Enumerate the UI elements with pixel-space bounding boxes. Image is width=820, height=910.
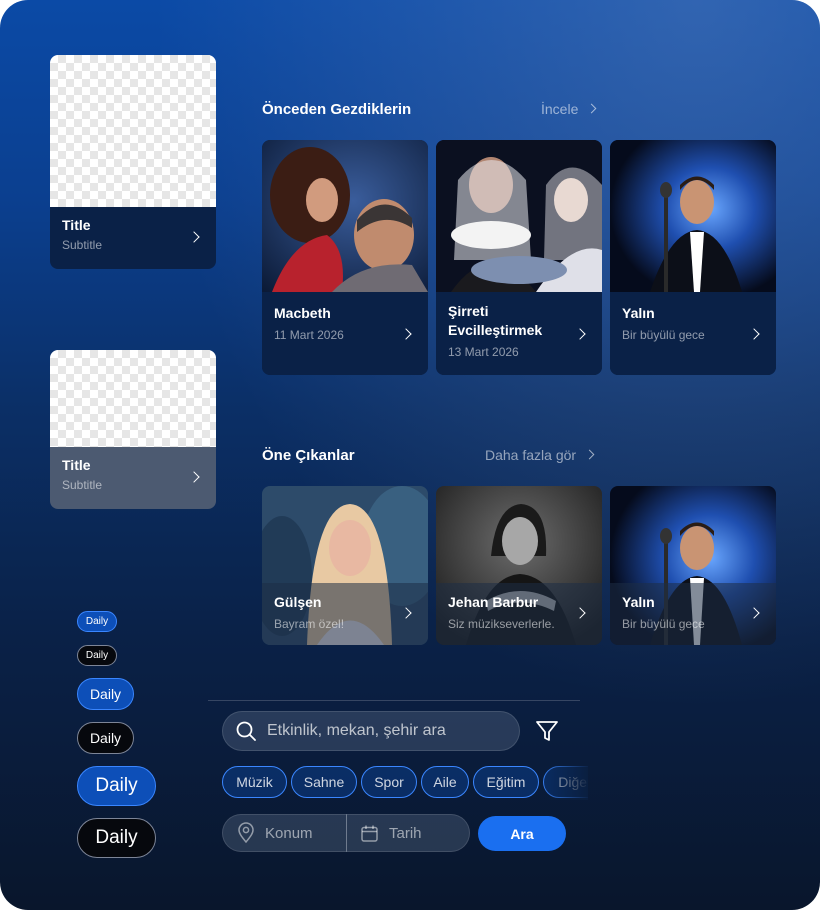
date-placeholder: Tarih [389, 824, 422, 842]
divider [208, 700, 580, 701]
card-subtitle: Subtitle [62, 478, 103, 492]
location-field[interactable]: Konum [222, 814, 347, 852]
search-bar[interactable] [222, 711, 520, 751]
event-title: Gülşen [274, 594, 322, 610]
card-title: Title [62, 217, 91, 233]
event-title: Macbeth [274, 305, 331, 321]
component-card-dark[interactable]: Title Subtitle [50, 55, 216, 269]
card-info: Yalın Bir büyülü gece [610, 583, 776, 645]
category-chips: Müzik Sahne Spor Aile Eğitim Diğer [222, 766, 588, 800]
card-subtitle: Subtitle [62, 238, 103, 252]
chip-egitim[interactable]: Eğitim [473, 766, 539, 798]
card-info: Yalın Bir büyülü gece [610, 292, 776, 375]
location-placeholder: Konum [265, 824, 313, 842]
image-placeholder [50, 350, 216, 447]
app-frame: Title Subtitle Title Subtitle Daily Dail… [0, 0, 820, 910]
section-title-featured: Öne Çıkanlar [262, 447, 355, 464]
search-icon [236, 721, 256, 741]
daily-pill-small-dark[interactable]: Daily [77, 645, 117, 666]
event-card-sirreti[interactable]: Şirreti Evcilleştirmek 13 Mart 2026 [436, 140, 602, 375]
link-label: İncele [541, 101, 579, 117]
search-input[interactable] [265, 721, 509, 741]
event-image [436, 140, 602, 292]
card-title: Title [62, 457, 91, 473]
section-title-previously-visited: Önceden Gezdiklerin [262, 101, 412, 118]
featured-card-gulsen[interactable]: Gülşen Bayram özel! [262, 486, 428, 645]
daily-pill-medium-dark[interactable]: Daily [77, 722, 134, 754]
card-info: Gülşen Bayram özel! [262, 583, 428, 645]
event-date: 11 Mart 2026 [274, 328, 344, 342]
filter-icon[interactable] [533, 718, 561, 744]
date-field[interactable]: Tarih [346, 814, 470, 852]
event-title: Jehan Barbur [448, 594, 539, 610]
daily-pill-large-dark[interactable]: Daily [77, 818, 156, 858]
card-info: Title Subtitle [50, 447, 216, 509]
chip-diger[interactable]: Diğer [543, 766, 588, 798]
chip-spor[interactable]: Spor [361, 766, 417, 798]
event-subtitle: Bayram özel! [274, 617, 345, 631]
chip-sahne[interactable]: Sahne [291, 766, 357, 798]
card-info: Jehan Barbur Siz müzikseverlerle. [436, 583, 602, 645]
calendar-icon [361, 825, 378, 842]
location-pin-icon [238, 822, 254, 844]
featured-card-jehan-barbur[interactable]: Jehan Barbur Siz müzikseverlerle. [436, 486, 602, 645]
card-info: Macbeth 11 Mart 2026 [262, 292, 428, 375]
daily-pill-large-blue[interactable]: Daily [77, 766, 156, 806]
event-image [610, 140, 776, 292]
event-title: Yalın [622, 305, 655, 321]
chevron-right-icon [584, 449, 595, 460]
event-date: 13 Mart 2026 [448, 345, 519, 359]
see-all-link[interactable]: İncele [541, 101, 597, 117]
card-info: Title Subtitle [50, 207, 216, 269]
event-subtitle: Siz müzikseverlerle. [448, 617, 555, 631]
link-label: Daha fazla gör [485, 447, 577, 463]
chip-muzik[interactable]: Müzik [222, 766, 287, 798]
chevron-right-icon [586, 103, 597, 114]
event-card-macbeth[interactable]: Macbeth 11 Mart 2026 [262, 140, 428, 375]
card-info: Şirreti Evcilleştirmek 13 Mart 2026 [436, 292, 602, 375]
event-title: Şirreti Evcilleştirmek [448, 303, 543, 338]
daily-pill-small-blue[interactable]: Daily [77, 611, 117, 632]
event-card-yalin[interactable]: Yalın Bir büyülü gece [610, 140, 776, 375]
search-submit-button[interactable]: Ara [478, 816, 566, 851]
event-subtitle: Bir büyülü gece [622, 617, 705, 631]
featured-card-yalin[interactable]: Yalın Bir büyülü gece [610, 486, 776, 645]
image-placeholder [50, 55, 216, 207]
chip-aile[interactable]: Aile [421, 766, 469, 798]
component-card-translucent[interactable]: Title Subtitle [50, 350, 216, 509]
daily-pill-medium-blue[interactable]: Daily [77, 678, 134, 710]
event-subtitle: Bir büyülü gece [622, 328, 705, 342]
see-more-link[interactable]: Daha fazla gör [485, 447, 595, 463]
event-title: Yalın [622, 594, 655, 610]
event-image [262, 140, 428, 292]
